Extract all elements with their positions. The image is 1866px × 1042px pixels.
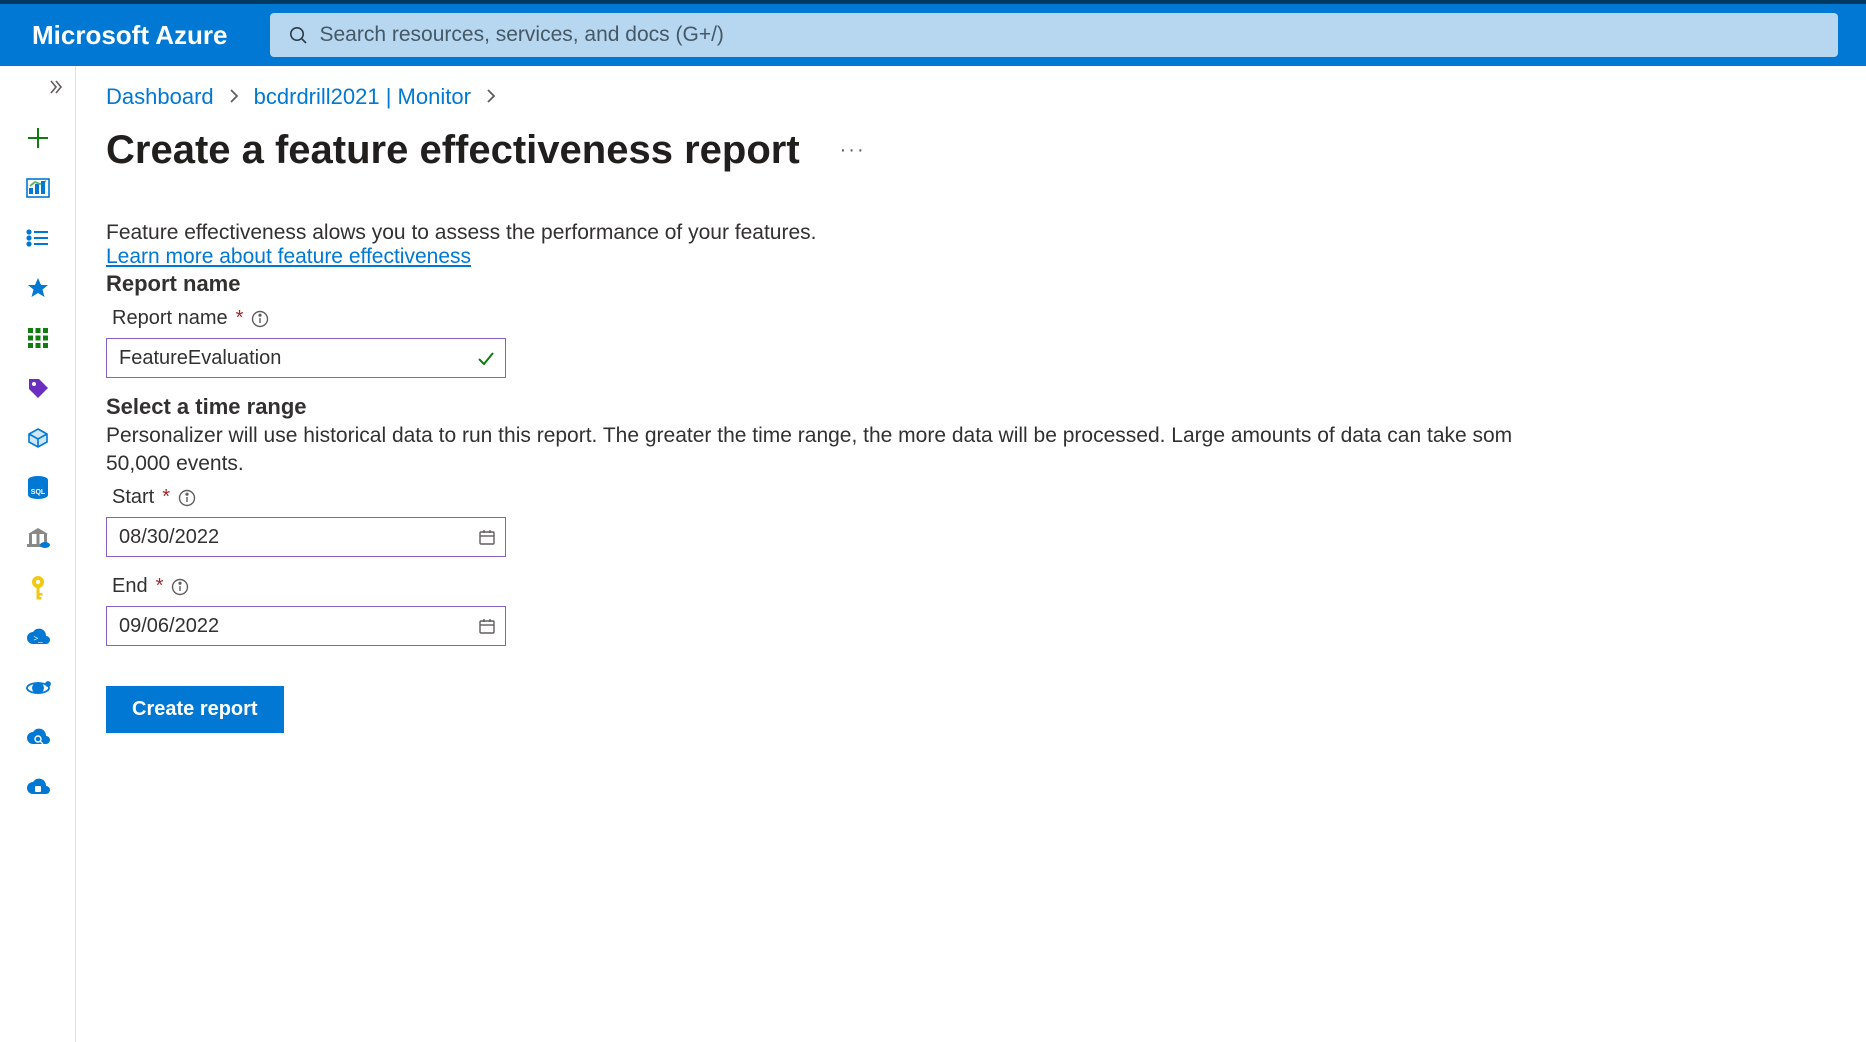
nav-cloud-2[interactable] (13, 713, 63, 763)
nav-cosmos[interactable] (13, 663, 63, 713)
required-indicator: * (156, 575, 164, 598)
nav-create[interactable] (13, 113, 63, 163)
nav-cloud-1[interactable]: >_ (13, 613, 63, 663)
nav-all-resources[interactable] (13, 213, 63, 263)
section-report-name: Report name (106, 271, 1866, 297)
main-content: Dashboard bcdrdrill2021 | Monitor Create… (76, 66, 1866, 1042)
dashboard-icon (26, 178, 50, 198)
end-label-row: End * (106, 575, 1866, 598)
more-actions-button[interactable]: ··· (840, 139, 866, 162)
cloud-db-icon (25, 778, 51, 798)
end-date-input[interactable] (106, 606, 506, 646)
page-title: Create a feature effectiveness report (106, 128, 800, 173)
tag-icon (26, 376, 50, 400)
required-indicator: * (236, 307, 244, 330)
breadcrumb: Dashboard bcdrdrill2021 | Monitor (106, 84, 1866, 110)
start-label-row: Start * (106, 486, 1866, 509)
cloud-search-icon (25, 728, 51, 748)
info-icon[interactable] (178, 489, 196, 507)
info-icon[interactable] (171, 578, 189, 596)
learn-more-link[interactable]: Learn more about feature effectiveness (106, 245, 471, 268)
chevron-double-right-icon (47, 78, 65, 96)
nav-cloud-3[interactable] (13, 763, 63, 813)
nav-cube[interactable] (13, 413, 63, 463)
grid-icon (27, 327, 49, 349)
plus-icon (25, 125, 51, 151)
search-icon (288, 25, 308, 45)
time-range-description-line1: Personalizer will use historical data to… (106, 424, 1866, 448)
calendar-icon[interactable] (478, 528, 496, 546)
section-time-range: Select a time range (106, 394, 1866, 420)
nav-favorites[interactable] (13, 263, 63, 313)
top-bar: Microsoft Azure (0, 0, 1866, 66)
page-description: Feature effectiveness alows you to asses… (106, 221, 1866, 245)
nav-tags[interactable] (13, 363, 63, 413)
required-indicator: * (162, 486, 170, 509)
chevron-right-icon (228, 84, 240, 110)
brand-label: Microsoft Azure (32, 20, 228, 51)
nav-dashboard[interactable] (13, 163, 63, 213)
nav-app-services[interactable] (13, 313, 63, 363)
key-icon (29, 575, 47, 601)
breadcrumb-dashboard[interactable]: Dashboard (106, 84, 214, 110)
breadcrumb-resource[interactable]: bcdrdrill2021 | Monitor (254, 84, 471, 110)
nav-sql[interactable]: SQL (13, 463, 63, 513)
star-icon (26, 276, 50, 300)
bank-icon (25, 526, 51, 550)
valid-check-icon (476, 348, 496, 368)
time-range-description-line2: 50,000 events. (106, 452, 1866, 476)
end-label: End (112, 575, 148, 598)
cube-icon (26, 426, 50, 450)
create-report-button[interactable]: Create report (106, 686, 284, 733)
left-nav-rail: SQL >_ (0, 66, 76, 1042)
report-name-input[interactable] (106, 338, 506, 378)
global-search[interactable] (270, 13, 1839, 57)
info-icon[interactable] (251, 310, 269, 328)
sql-icon: SQL (26, 475, 50, 501)
nav-storage[interactable] (13, 513, 63, 563)
calendar-icon[interactable] (478, 617, 496, 635)
start-date-input[interactable] (106, 517, 506, 557)
global-search-input[interactable] (320, 23, 1821, 47)
cloud-shell-icon: >_ (25, 628, 51, 648)
start-label: Start (112, 486, 154, 509)
cosmos-icon (25, 675, 51, 701)
expand-nav-button[interactable] (47, 78, 65, 101)
report-name-label: Report name (112, 307, 228, 330)
nav-key-vault[interactable] (13, 563, 63, 613)
chevron-right-icon (485, 84, 497, 110)
svg-text:SQL: SQL (30, 489, 45, 496)
report-name-label-row: Report name * (106, 307, 1866, 330)
list-icon (26, 228, 50, 248)
svg-text:>_: >_ (33, 634, 43, 643)
